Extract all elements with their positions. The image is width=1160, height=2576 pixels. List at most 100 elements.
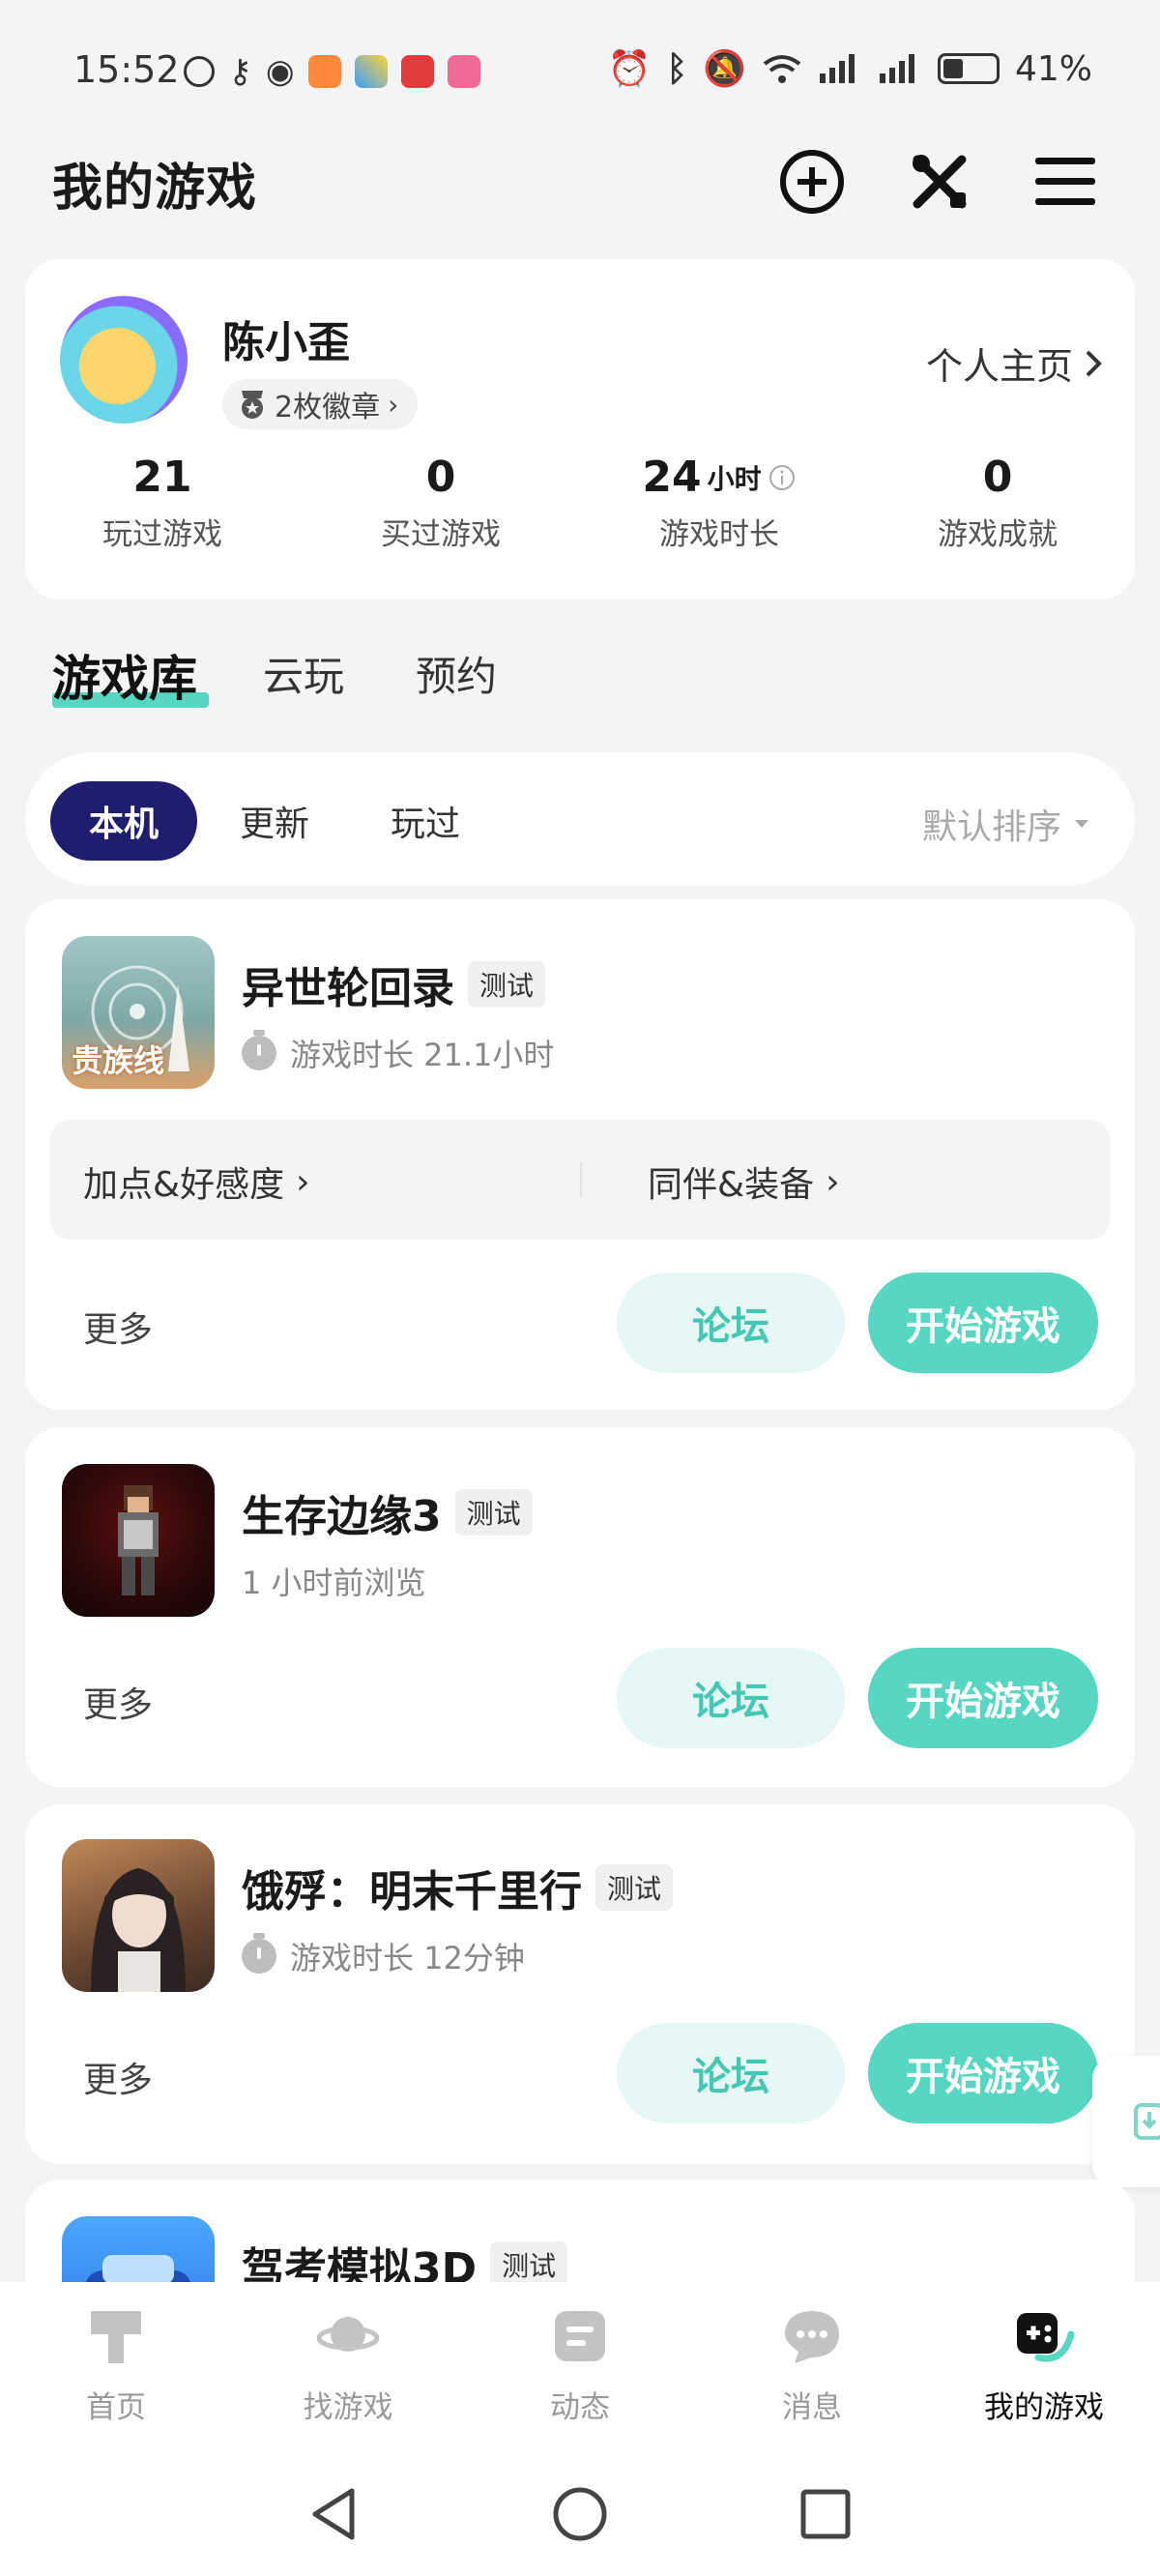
stat-value: 0 xyxy=(425,453,456,502)
forum-button[interactable]: 论坛 xyxy=(617,2023,845,2123)
battery-icon xyxy=(937,53,1000,84)
more-button[interactable]: 更多 xyxy=(83,1302,153,1352)
pixel-character-icon xyxy=(118,1485,159,1595)
stat-label: 玩过游戏 xyxy=(102,517,222,552)
tools-button[interactable] xyxy=(901,143,978,220)
game-title: 饿殍：明末千里行 测试 xyxy=(242,1857,674,1918)
nav-label: 首页 xyxy=(86,2390,146,2425)
notification-icons: ⚷ ◉ xyxy=(184,52,480,91)
caret-down-icon xyxy=(1075,820,1088,828)
stat-played[interactable]: 21 玩过游戏 xyxy=(27,453,298,553)
back-icon[interactable] xyxy=(305,2485,363,2543)
info-icon xyxy=(768,464,795,490)
signal-icon xyxy=(819,54,855,83)
mute-icon: 🔕 xyxy=(703,49,746,89)
game-icon[interactable] xyxy=(62,1839,215,1992)
start-game-button[interactable]: 开始游戏 xyxy=(868,1648,1098,1748)
alarm-icon: ⏰ xyxy=(607,49,652,89)
download-icon xyxy=(1134,2103,1160,2140)
game-title: 生存边缘3 测试 xyxy=(242,1481,533,1543)
shield-app-icon xyxy=(307,55,341,88)
chevron-right-icon: › xyxy=(296,1161,310,1202)
stat-label: 游戏成就 xyxy=(938,517,1058,552)
badge-count: 2枚徽章 xyxy=(275,391,381,424)
badge-pill[interactable]: 2枚徽章 › xyxy=(222,379,419,429)
menu-icon xyxy=(1035,158,1095,205)
test-tag: 测试 xyxy=(468,961,546,1008)
sort-dropdown[interactable]: 默认排序 xyxy=(922,799,1090,849)
recents-icon[interactable] xyxy=(797,2485,855,2543)
tab-reservations[interactable]: 预约 xyxy=(416,644,497,703)
chevron-right-icon xyxy=(1086,350,1102,376)
page-title: 我的游戏 xyxy=(52,160,258,218)
planet-icon xyxy=(316,2317,380,2352)
game-name: 饿殍：明末千里行 xyxy=(242,1867,582,1917)
tab-game-library[interactable]: 游戏库 xyxy=(52,640,197,710)
avatar[interactable] xyxy=(60,296,188,424)
game-icon[interactable]: 贵族线 xyxy=(62,936,215,1089)
chevron-right-icon: › xyxy=(388,388,399,421)
tab-cloud-play[interactable]: 云玩 xyxy=(263,644,344,703)
stopwatch-icon xyxy=(242,1030,276,1070)
start-game-button[interactable]: 开始游戏 xyxy=(868,2023,1098,2123)
game-subtitle: 游戏时长 12分钟 xyxy=(242,1933,525,1978)
filter-chip-local[interactable]: 本机 xyxy=(50,781,198,861)
game-playtime: 游戏时长 21.1小时 xyxy=(290,1037,555,1073)
nav-feed[interactable]: 动态 xyxy=(483,2305,677,2426)
test-tag: 测试 xyxy=(595,1864,674,1911)
filter-chip-played[interactable]: 玩过 xyxy=(352,781,499,861)
game-subtitle: 游戏时长 21.1小时 xyxy=(242,1030,555,1075)
stat-value: 0 xyxy=(982,453,1013,502)
game-title: 异世轮回录 测试 xyxy=(242,953,546,1015)
stat-playtime[interactable]: 24 小时 游戏时长 xyxy=(584,453,855,553)
quick-link-companions[interactable]: 同伴&装备 › xyxy=(648,1156,839,1207)
more-button[interactable]: 更多 xyxy=(83,2052,153,2102)
nav-my-games[interactable]: 我的游戏 xyxy=(947,2305,1141,2426)
eye-icon: ◉ xyxy=(265,52,295,91)
nav-messages[interactable]: 消息 xyxy=(715,2305,909,2426)
username: 陈小歪 xyxy=(222,318,350,367)
wifi-icon xyxy=(763,55,801,83)
quick-link-label: 同伴&装备 xyxy=(648,1165,815,1205)
plus-circle-icon xyxy=(780,150,844,214)
game-icon[interactable] xyxy=(62,1464,215,1617)
nav-home[interactable]: 首页 xyxy=(19,2305,213,2426)
game-art-caption: 贵族线 xyxy=(72,1042,165,1079)
tools-icon xyxy=(913,155,967,209)
more-button[interactable]: 更多 xyxy=(83,1677,153,1727)
start-game-button[interactable]: 开始游戏 xyxy=(868,1273,1098,1373)
nav-discover[interactable]: 找游戏 xyxy=(251,2305,445,2426)
stat-value: 21 xyxy=(132,453,192,502)
forum-button[interactable]: 论坛 xyxy=(617,1648,845,1748)
filter-chip-updates[interactable]: 更新 xyxy=(201,781,348,861)
game-name: 生存边缘3 xyxy=(242,1492,442,1541)
nav-label: 消息 xyxy=(782,2390,842,2425)
quick-link-stats[interactable]: 加点&好感度 › xyxy=(83,1156,309,1207)
status-time: 15:52 xyxy=(73,48,180,91)
game-subtitle: 1 小时前浏览 xyxy=(242,1559,426,1603)
stat-value: 24 小时 xyxy=(584,453,855,502)
test-tag: 测试 xyxy=(454,1489,533,1536)
homepage-link[interactable]: 个人主页 xyxy=(926,337,1102,390)
homepage-label: 个人主页 xyxy=(925,345,1073,388)
huawei-app-icon xyxy=(400,55,434,88)
gamepad-icon xyxy=(1017,2313,1075,2362)
stat-bought[interactable]: 0 买过游戏 xyxy=(305,453,576,553)
game-playtime: 游戏时长 12分钟 xyxy=(290,1940,525,1976)
character-portrait-icon xyxy=(91,1868,186,1992)
nav-label: 找游戏 xyxy=(303,2390,393,2425)
status-right: ⏰ ᛒ 🔕 41% xyxy=(607,48,1092,90)
home-icon xyxy=(91,2311,141,2363)
nav-label: 我的游戏 xyxy=(984,2390,1104,2425)
forum-button[interactable]: 论坛 xyxy=(617,1273,845,1373)
add-game-button[interactable] xyxy=(773,143,851,220)
bilibili-app-icon xyxy=(447,55,480,88)
signal-icon-2 xyxy=(879,54,914,83)
battery-percent: 41% xyxy=(1014,48,1092,89)
menu-button[interactable] xyxy=(1027,143,1104,220)
home-circle-icon[interactable] xyxy=(551,2485,609,2543)
floating-download-tab[interactable] xyxy=(1092,2056,1160,2187)
stat-label: 买过游戏 xyxy=(381,517,501,552)
stat-achievements[interactable]: 0 游戏成就 xyxy=(862,453,1133,553)
last-viewed: 1 小时前浏览 xyxy=(242,1565,426,1601)
